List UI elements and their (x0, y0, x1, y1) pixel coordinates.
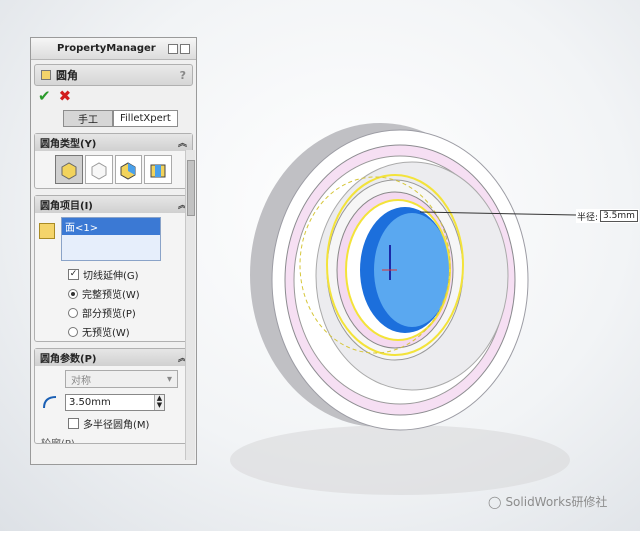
face-icon (39, 223, 55, 239)
fillet-items-label: 圆角项目(I) (40, 201, 93, 212)
face-fillet-button[interactable] (114, 155, 143, 184)
tangent-label: 切线延伸(G) (83, 271, 139, 282)
tangent-propagation-row[interactable]: ✓ 切线延伸(G) (35, 265, 192, 284)
constant-radius-button[interactable] (55, 155, 83, 184)
radius-spinner[interactable]: ▲ ▼ (154, 394, 164, 410)
fillet-params-label: 圆角参数(P) (40, 354, 97, 365)
radius-dimension-callout[interactable]: 半径: 3.5mm (576, 209, 639, 223)
radius-row: 3.50mm ▲ ▼ (35, 390, 192, 414)
settings-icon[interactable] (180, 43, 190, 54)
fillet-feature-header: 圆角 ? (34, 64, 193, 86)
property-manager: PropertyManager 圆角 ? ✔ ✖ 手工 FilletXpert … (30, 37, 197, 465)
cancel-button[interactable]: ✖ (59, 87, 72, 105)
dimension-value[interactable]: 3.5mm (600, 210, 638, 222)
radius-icon (43, 396, 57, 409)
fillet-type-header[interactable]: 圆角类型(Y) ︽ (35, 134, 192, 151)
panel-scrollbar[interactable] (185, 150, 195, 460)
feature-title: 圆角 (56, 69, 78, 82)
fillet-type-group: 圆角类型(Y) ︽ (34, 133, 193, 189)
fillet-type-buttons (35, 151, 192, 188)
no-preview-row[interactable]: 无预览(W) (35, 322, 192, 341)
fillet-items-header[interactable]: 圆角项目(I) ︽ (35, 196, 192, 213)
chat-icon: ◯ (488, 494, 502, 509)
no-preview-label: 无预览(W) (82, 328, 130, 339)
help-icon[interactable]: ? (180, 69, 186, 82)
variable-radius-button[interactable] (84, 155, 113, 184)
fillet-icon (41, 70, 51, 80)
partial-preview-radio[interactable] (68, 307, 78, 318)
items-row: 面<1> (35, 213, 192, 265)
radius-input[interactable]: 3.50mm ▲ ▼ (65, 393, 165, 411)
dimension-label: 半径: (577, 212, 599, 223)
fillet-type-label: 圆角类型(Y) (40, 139, 97, 150)
watermark-text: SolidWorks研修社 (505, 495, 608, 509)
pin-icon[interactable] (168, 43, 178, 54)
tangent-checkbox[interactable]: ✓ (68, 269, 79, 280)
scrollbar-thumb[interactable] (187, 160, 195, 216)
symmetry-value: 对称 (71, 375, 91, 387)
confirm-row: ✔ ✖ (31, 86, 196, 106)
full-preview-radio[interactable] (68, 288, 78, 299)
multi-radius-label: 多半径圆角(M) (83, 420, 150, 431)
selection-listbox[interactable]: 面<1> (61, 217, 161, 261)
fillet-params-header[interactable]: 圆角参数(P) ︽ (35, 349, 192, 366)
mode-tabs: 手工 FilletXpert (63, 110, 196, 127)
full-preview-label: 完整预览(W) (82, 290, 140, 301)
collapse-icon[interactable]: ︽ (178, 136, 187, 149)
symmetry-select[interactable]: 对称 ▾ (65, 370, 178, 388)
fillet-params-group: 圆角参数(P)︽ 对称 ▾ 3.50mm ▲▼ 多半径圆角(M) 轮廓(P) (34, 348, 193, 444)
multi-radius-row[interactable]: 多半径圆角(M) (35, 414, 192, 433)
tab-manual[interactable]: 手工 (63, 110, 113, 127)
chevron-down-icon: ▾ (166, 373, 172, 385)
fillet-items-group: 圆角项目(I) ︽ 面<1> ✓ 切线延伸(G) 完整预览(W) 部分预览(P) 无… (34, 195, 193, 342)
property-manager-title: PropertyManager (57, 43, 156, 54)
property-manager-title-bar: PropertyManager (31, 38, 196, 60)
full-round-button[interactable] (144, 155, 172, 184)
full-preview-row[interactable]: 完整预览(W) (35, 284, 192, 303)
list-item[interactable]: 面<1> (62, 218, 160, 235)
partial-preview-row[interactable]: 部分预览(P) (35, 303, 192, 322)
ok-button[interactable]: ✔ (38, 87, 51, 105)
profile-label: 轮廓(P) (35, 433, 192, 443)
multi-radius-checkbox[interactable] (68, 418, 79, 429)
no-preview-radio[interactable] (68, 326, 78, 337)
watermark: ◯ SolidWorks研修社 (488, 493, 607, 510)
tab-filletxpert[interactable]: FilletXpert (113, 110, 178, 127)
partial-preview-label: 部分预览(P) (82, 309, 136, 320)
radius-value: 3.50mm (69, 396, 111, 408)
